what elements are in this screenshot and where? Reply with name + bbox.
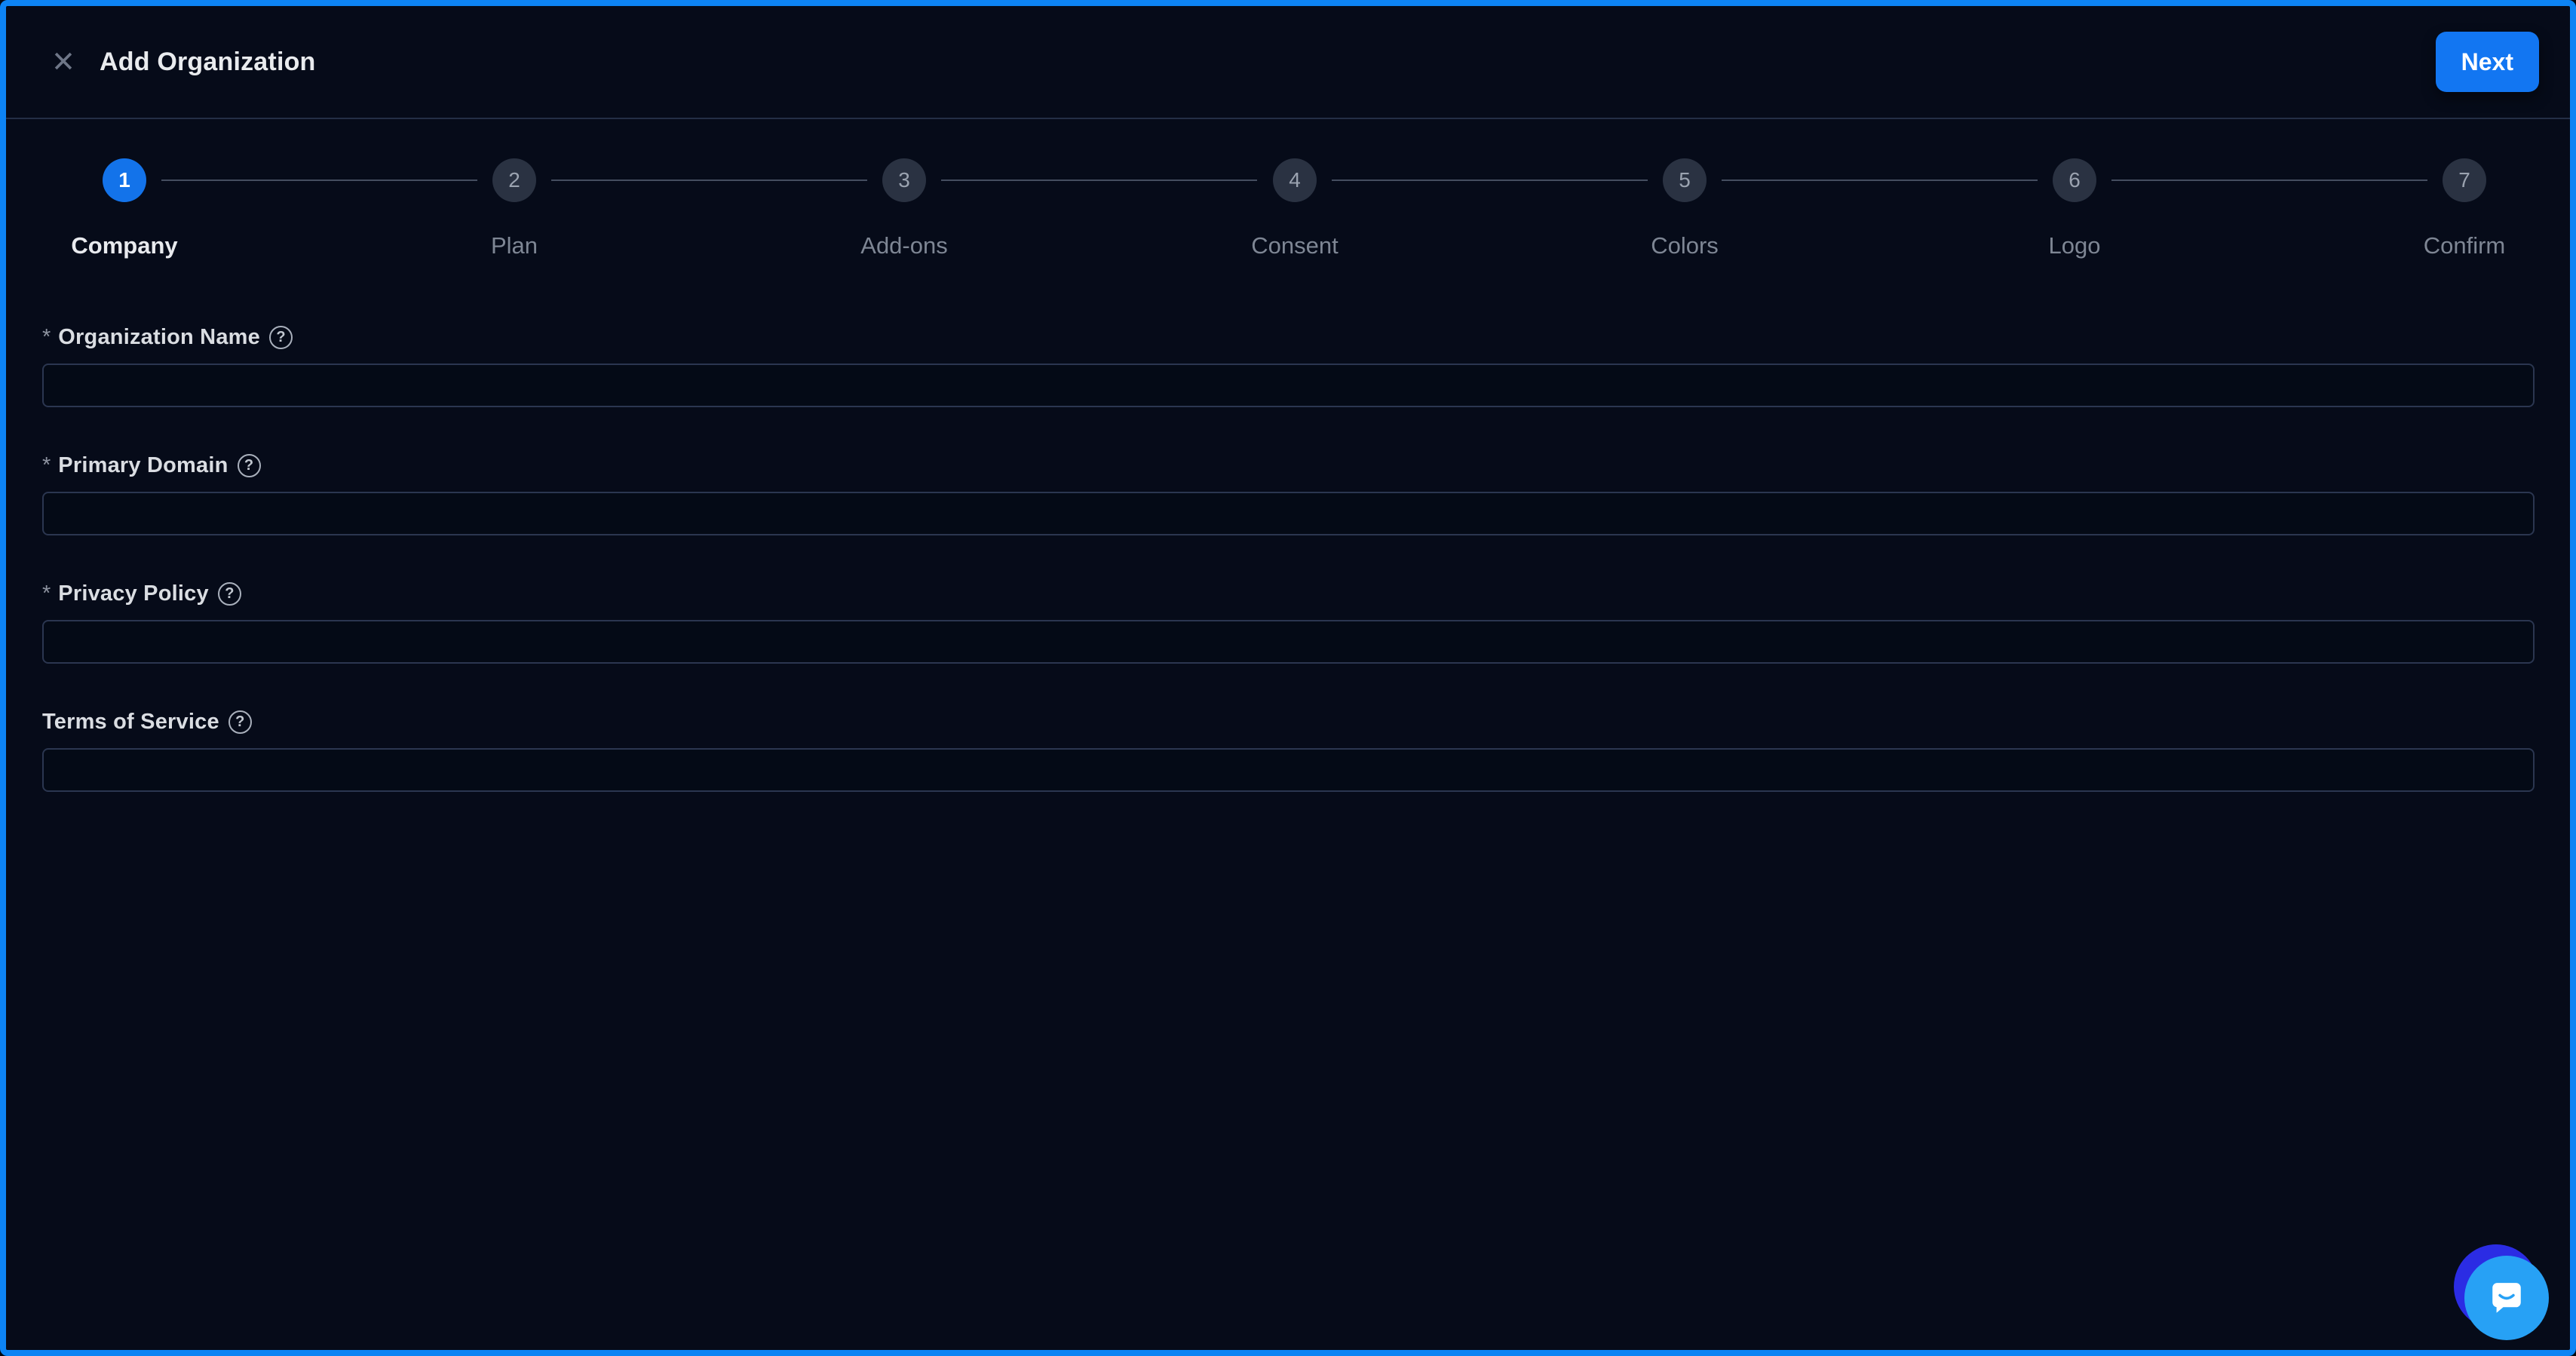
field-label-row: * Organization Name ? xyxy=(42,324,2535,350)
company-form: * Organization Name ? * Primary Domain ?… xyxy=(6,324,2570,792)
field-label: Privacy Policy xyxy=(58,581,209,606)
step-plan[interactable]: 2 Plan xyxy=(356,158,673,259)
chat-bubble-icon xyxy=(2488,1278,2525,1319)
help-icon[interactable]: ? xyxy=(228,710,252,734)
field-label: Terms of Service xyxy=(42,710,219,735)
step-add-ons[interactable]: 3 Add-ons xyxy=(746,158,1063,259)
help-icon[interactable]: ? xyxy=(238,454,261,477)
required-marker: * xyxy=(42,453,51,478)
modal-header: Add Organization Next xyxy=(6,6,2570,119)
page-title: Add Organization xyxy=(100,48,316,77)
step-number-badge: 5 xyxy=(1663,158,1707,202)
step-connector xyxy=(1722,179,2038,181)
step-label: Plan xyxy=(356,232,673,259)
step-label: Confirm xyxy=(2306,232,2576,259)
step-colors[interactable]: 5 Colors xyxy=(1526,158,1843,259)
step-connector xyxy=(1332,179,1648,181)
field-organization-name: * Organization Name ? xyxy=(42,324,2535,407)
next-button[interactable]: Next xyxy=(2436,32,2539,92)
field-primary-domain: * Primary Domain ? xyxy=(42,453,2535,535)
step-number-badge: 1 xyxy=(103,158,146,202)
terms-of-service-input[interactable] xyxy=(42,748,2535,792)
help-icon[interactable]: ? xyxy=(269,326,293,349)
step-confirm[interactable]: 7 Confirm xyxy=(2306,158,2576,259)
field-label-row: Terms of Service ? xyxy=(42,709,2535,735)
field-label: Primary Domain xyxy=(58,453,228,478)
step-number-badge: 6 xyxy=(2053,158,2096,202)
step-number-badge: 7 xyxy=(2443,158,2486,202)
step-connector xyxy=(941,179,1257,181)
chat-launcher-circle xyxy=(2464,1256,2549,1340)
add-organization-modal: Add Organization Next 1 Company 2 Plan 3… xyxy=(0,0,2576,1356)
privacy-policy-input[interactable] xyxy=(42,620,2535,664)
step-label: Company xyxy=(0,232,283,259)
field-label: Organization Name xyxy=(58,325,260,350)
step-connector xyxy=(2111,179,2427,181)
step-connector xyxy=(161,179,477,181)
organization-name-input[interactable] xyxy=(42,364,2535,407)
primary-domain-input[interactable] xyxy=(42,492,2535,535)
close-button[interactable] xyxy=(47,45,80,78)
step-label: Colors xyxy=(1526,232,1843,259)
step-number-badge: 2 xyxy=(492,158,536,202)
step-label: Consent xyxy=(1136,232,1453,259)
step-consent[interactable]: 4 Consent xyxy=(1136,158,1453,259)
close-icon xyxy=(51,48,76,76)
required-marker: * xyxy=(42,325,51,350)
field-label-row: * Privacy Policy ? xyxy=(42,581,2535,606)
chat-launcher-button[interactable] xyxy=(2454,1244,2550,1342)
step-company[interactable]: 1 Company xyxy=(0,158,283,259)
required-marker: * xyxy=(42,581,51,606)
field-label-row: * Primary Domain ? xyxy=(42,453,2535,478)
step-logo[interactable]: 6 Logo xyxy=(1916,158,2233,259)
step-number-badge: 4 xyxy=(1273,158,1317,202)
step-number-badge: 3 xyxy=(882,158,926,202)
field-privacy-policy: * Privacy Policy ? xyxy=(42,581,2535,664)
field-terms-of-service: Terms of Service ? xyxy=(42,709,2535,792)
step-connector xyxy=(551,179,867,181)
help-icon[interactable]: ? xyxy=(218,582,241,606)
wizard-stepper: 1 Company 2 Plan 3 Add-ons 4 Consent 5 C… xyxy=(6,119,2570,324)
step-label: Add-ons xyxy=(746,232,1063,259)
step-label: Logo xyxy=(1916,232,2233,259)
